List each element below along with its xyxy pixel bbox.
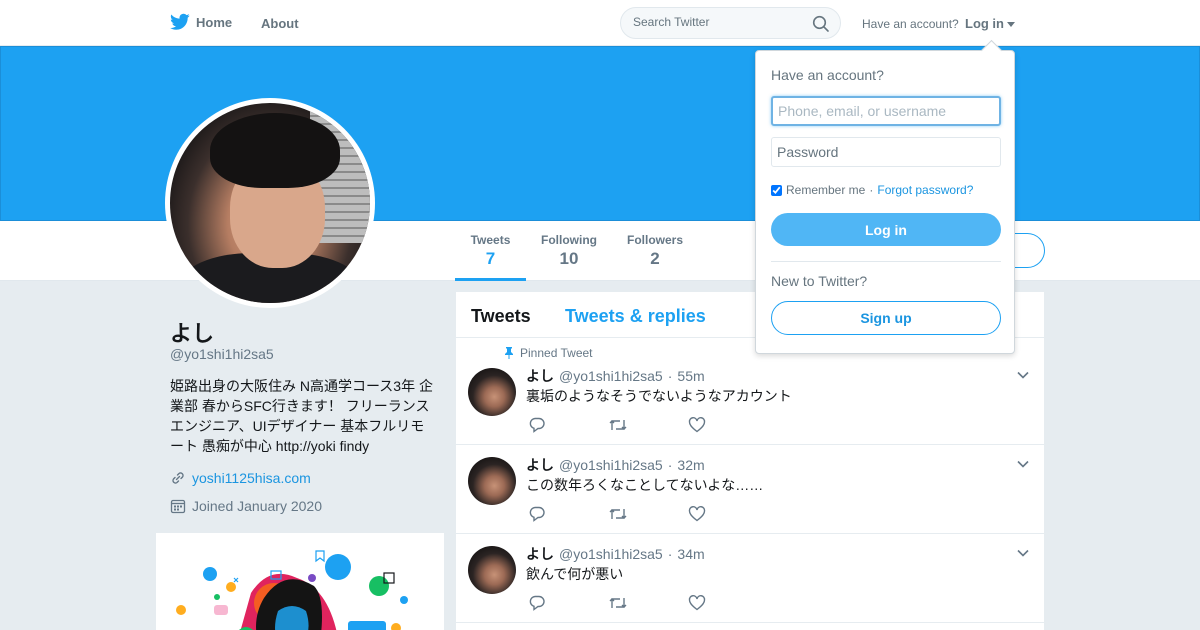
tweet-dot: · (667, 546, 673, 562)
tweet-actions (528, 505, 768, 528)
like-icon[interactable] (688, 416, 706, 434)
remember-separator: · (869, 183, 874, 197)
calendar-icon (170, 499, 186, 514)
pinned-label: Pinned Tweet (520, 346, 593, 360)
tweet-item[interactable]: よし @yo1shi1hi2sa5 · 34m 飲んで何が悪い (456, 534, 1044, 623)
nav-home-label: Home (196, 14, 233, 30)
twitter-bird-icon (170, 13, 190, 30)
chevron-down-icon[interactable] (1016, 457, 1030, 471)
promo-illustration (156, 533, 444, 630)
nav-about-link[interactable]: About (261, 16, 299, 31)
chevron-down-icon[interactable] (1016, 368, 1030, 382)
tweet-avatar[interactable] (468, 368, 516, 416)
profile-url-text: yoshi1125hisa.com (192, 470, 311, 486)
link-icon (172, 472, 184, 484)
reply-icon[interactable] (528, 416, 546, 434)
tweet-author-name[interactable]: よし (526, 544, 554, 564)
reply-icon[interactable] (528, 505, 546, 523)
search-box (620, 7, 841, 39)
remember-row: Remember me · Forgot password? (771, 183, 973, 197)
promo-art (176, 550, 408, 630)
stat-following-label: Following (541, 233, 597, 247)
login-dropdown: Have an account? Remember me · Forgot pa… (755, 50, 1015, 354)
stat-following[interactable]: Following 10 (536, 233, 602, 281)
chevron-down-icon[interactable] (1016, 546, 1030, 560)
search-icon[interactable] (812, 15, 830, 33)
tab-tweets[interactable]: Tweets (471, 306, 531, 327)
reply-icon[interactable] (528, 594, 546, 612)
tweet-item[interactable]: Pinned Tweet よし @yo1shi1hi2sa5 · 55m 裏垢の… (456, 338, 1044, 445)
tweet-author-handle[interactable]: @yo1shi1hi2sa5 (559, 457, 663, 473)
tweet-header: よし @yo1shi1hi2sa5 · 34m (526, 544, 705, 564)
username-field[interactable] (771, 96, 1001, 126)
remember-me-checkbox[interactable] (771, 184, 782, 196)
nav-home-link[interactable]: Home (170, 13, 232, 31)
stat-tweets-label: Tweets (470, 233, 511, 247)
remember-me-label[interactable]: Remember me (786, 183, 865, 197)
tweet-dot: · (667, 457, 673, 473)
like-icon[interactable] (688, 594, 706, 612)
login-dropdown-title: Have an account? (771, 67, 884, 83)
tweet-time[interactable]: 32m (677, 457, 704, 473)
tweet-actions (528, 594, 768, 617)
search-input[interactable] (633, 15, 803, 29)
stat-followers-label: Followers (626, 233, 683, 247)
stat-tweets-value: 7 (485, 249, 496, 268)
tweet-avatar[interactable] (468, 546, 516, 594)
tweet-header: よし @yo1shi1hi2sa5 · 32m (526, 455, 705, 475)
tweet-author-name[interactable]: よし (526, 366, 554, 386)
pinned-indicator: Pinned Tweet (504, 346, 593, 360)
login-button[interactable]: Log in (771, 213, 1001, 246)
tweet-actions (528, 416, 768, 439)
have-account-text: Have an account? (862, 17, 959, 31)
tweet-time[interactable]: 55m (677, 368, 704, 384)
stat-followers[interactable]: Followers 2 (623, 233, 687, 281)
like-icon[interactable] (688, 505, 706, 523)
stat-following-value: 10 (559, 249, 579, 268)
login-label: Log in (965, 16, 1004, 31)
retweet-icon[interactable] (608, 505, 628, 523)
pin-icon (505, 347, 513, 359)
tweet-author-name[interactable]: よし (526, 455, 554, 475)
profile-name[interactable]: よし (170, 316, 214, 348)
forgot-password-link[interactable]: Forgot password? (877, 183, 973, 197)
tweet-author-handle[interactable]: @yo1shi1hi2sa5 (559, 546, 663, 562)
tweet-item[interactable]: よし @yo1shi1hi2sa5 · 32m この数年ろくなことしてないよな…… (456, 445, 1044, 534)
avatar-photo (170, 103, 370, 303)
tweet-text: この数年ろくなことしてないよな…… (526, 477, 764, 493)
profile-bio: 姫路出身の大阪住み N高通学コース3年 企業部 春からSFC行きます！ フリーラ… (170, 378, 433, 454)
tab-tweets-replies[interactable]: Tweets & replies (565, 306, 706, 327)
password-field[interactable] (771, 137, 1001, 167)
profile-handle[interactable]: @yo1shi1hi2sa5 (170, 346, 274, 362)
tweet-text: 裏垢のようなそうでないようなアカウント (526, 388, 792, 404)
retweet-icon[interactable] (608, 416, 628, 434)
top-nav: Home About Have an account? Log in (0, 0, 1200, 46)
profile-url[interactable]: yoshi1125hisa.com (170, 470, 311, 486)
profile-joined: Joined January 2020 (170, 498, 322, 514)
stat-followers-value: 2 (650, 249, 660, 268)
retweet-icon[interactable] (608, 594, 628, 612)
stat-tweets[interactable]: Tweets 7 (455, 233, 526, 281)
tweet-avatar[interactable] (468, 457, 516, 505)
tweet-header: よし @yo1shi1hi2sa5 · 55m (526, 366, 705, 386)
login-dropdown-toggle[interactable]: Log in (965, 16, 1015, 31)
profile-joined-text: Joined January 2020 (192, 498, 322, 514)
tweet-dot: · (667, 368, 673, 384)
dropdown-divider (771, 261, 1001, 262)
tweet-text: 飲んで何が悪い (526, 566, 624, 582)
new-to-twitter-text: New to Twitter? (771, 273, 868, 289)
signup-button[interactable]: Sign up (771, 301, 1001, 335)
avatar-hair (210, 113, 340, 188)
caret-down-icon (1007, 21, 1015, 27)
tweet-time[interactable]: 34m (677, 546, 704, 562)
profile-avatar[interactable] (165, 98, 375, 308)
tweet-author-handle[interactable]: @yo1shi1hi2sa5 (559, 368, 663, 384)
